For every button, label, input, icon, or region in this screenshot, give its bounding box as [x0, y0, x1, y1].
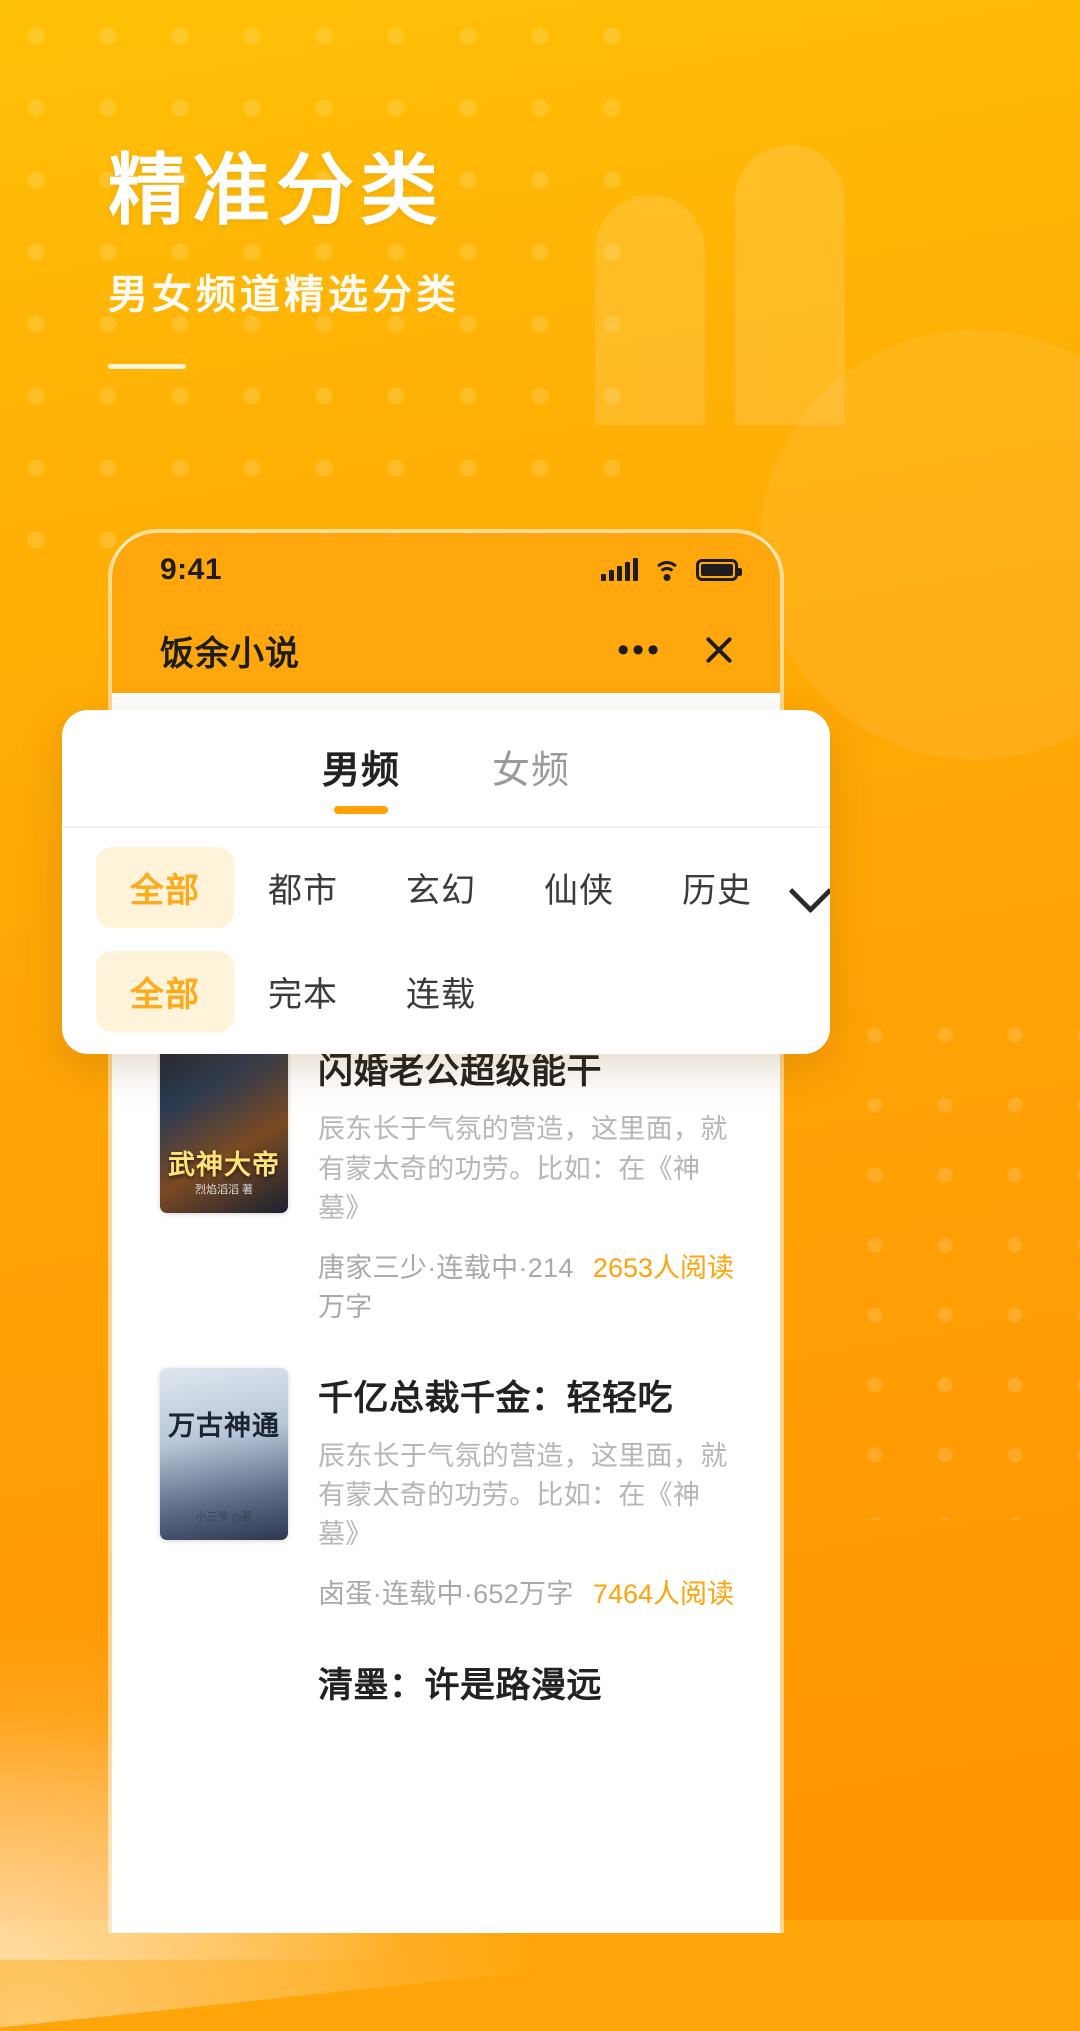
status-bar-icons: [601, 558, 742, 581]
book-meta: 卤蛋·连载中·652万字 7464人阅读: [318, 1572, 734, 1611]
status-bar: 9:41: [112, 533, 780, 607]
page-subtitle: 男女频道精选分类: [108, 271, 460, 317]
book-description: 辰东长于气氛的营造，这里面，就有蒙太奇的功劳。比如：在《神墓》: [318, 1114, 728, 1223]
more-options-icon[interactable]: •••: [617, 632, 662, 667]
book-info: 千亿总裁千金：轻轻吃 辰东长于气氛的营造，这里面，就有蒙太奇的功劳。比如：在《神…: [318, 1368, 734, 1611]
page-title: 精准分类: [108, 147, 445, 234]
background-dot-pattern-right: [840, 1000, 1080, 1520]
status-filter-row: 全部 完本 连载: [62, 946, 830, 1054]
status-bar-time: 9:41: [160, 553, 223, 586]
close-icon[interactable]: [702, 633, 736, 667]
book-reader-count: 7464人阅读: [592, 1579, 734, 1610]
chip-category-fantasy[interactable]: 玄幻: [372, 847, 510, 928]
channel-tabs: 男频 女频: [62, 710, 830, 828]
book-cover[interactable]: 万古神通 小三爷 ◎著: [160, 1367, 288, 1540]
tab-female-channel[interactable]: 女频: [492, 739, 570, 798]
filter-panel: 男频 女频 全部 都市 玄幻 仙侠 历史 全部 完本 连载: [62, 710, 830, 1054]
book-title: 千亿总裁千金：轻轻吃: [318, 1378, 674, 1418]
book-title: 清墨：许是路漫远: [318, 1666, 603, 1706]
hero-section: 精准分类 男女频道精选分类: [108, 150, 908, 369]
book-description: 辰东长于气氛的营造，这里面，就有蒙太奇的功劳。比如：在《神墓》: [318, 1440, 728, 1550]
battery-icon: [696, 559, 742, 581]
chip-category-history[interactable]: 历史: [648, 847, 786, 928]
chevron-down-icon[interactable]: [786, 864, 830, 910]
category-filter-row: 全部 都市 玄幻 仙侠 历史: [62, 828, 830, 946]
chip-status-ongoing[interactable]: 连载: [372, 951, 510, 1032]
book-cover-title: 万古神通: [168, 1410, 280, 1441]
chip-category-urban[interactable]: 都市: [234, 847, 372, 928]
list-item[interactable]: 武神大帝 烈焰滔滔 著 闪婚老公超级能干 辰东长于气氛的营造，这里面，就有蒙太奇…: [112, 1019, 780, 1345]
list-item[interactable]: 清墨：许是路漫远: [112, 1633, 780, 1849]
book-info: 闪婚老公超级能干 辰东长于气氛的营造，这里面，就有蒙太奇的功劳。比如：在《神墓》…: [318, 1041, 734, 1323]
signal-icon: [601, 558, 638, 581]
wifi-icon: [652, 559, 682, 581]
book-meta: 唐家三少·连载中·214万字 2653人阅读: [318, 1246, 734, 1324]
tab-label: 女频: [492, 749, 571, 792]
hero-divider: [108, 363, 186, 369]
book-cover-title: 武神大帝: [168, 1150, 280, 1181]
chip-status-completed[interactable]: 完本: [234, 951, 372, 1032]
app-title: 饭余小说: [160, 634, 300, 673]
app-bar: 饭余小说 •••: [112, 607, 780, 693]
book-cover[interactable]: 武神大帝 烈焰滔滔 著: [160, 1041, 288, 1214]
chip-category-all[interactable]: 全部: [96, 846, 234, 928]
book-meta-author: 唐家三少·连载中·214万字: [318, 1252, 574, 1322]
book-meta-author: 卤蛋·连载中·652万字: [318, 1579, 574, 1610]
list-item[interactable]: 万古神通 小三爷 ◎著 千亿总裁千金：轻轻吃 辰东长于气氛的营造，这里面，就有蒙…: [112, 1346, 780, 1633]
chip-status-all[interactable]: 全部: [96, 950, 234, 1032]
tab-label: 男频: [321, 749, 400, 792]
book-cover-subtitle: 小三爷 ◎著: [195, 1510, 253, 1523]
tab-active-indicator: [333, 805, 388, 814]
tab-male-channel[interactable]: 男频: [321, 739, 400, 814]
book-reader-count: 2653人阅读: [592, 1252, 734, 1283]
book-cover-subtitle: 烈焰滔滔 著: [194, 1184, 254, 1197]
chip-category-xianxia[interactable]: 仙侠: [510, 847, 648, 928]
app-bar-actions: •••: [617, 632, 736, 667]
book-info: 清墨：许是路漫远: [318, 1655, 734, 1708]
